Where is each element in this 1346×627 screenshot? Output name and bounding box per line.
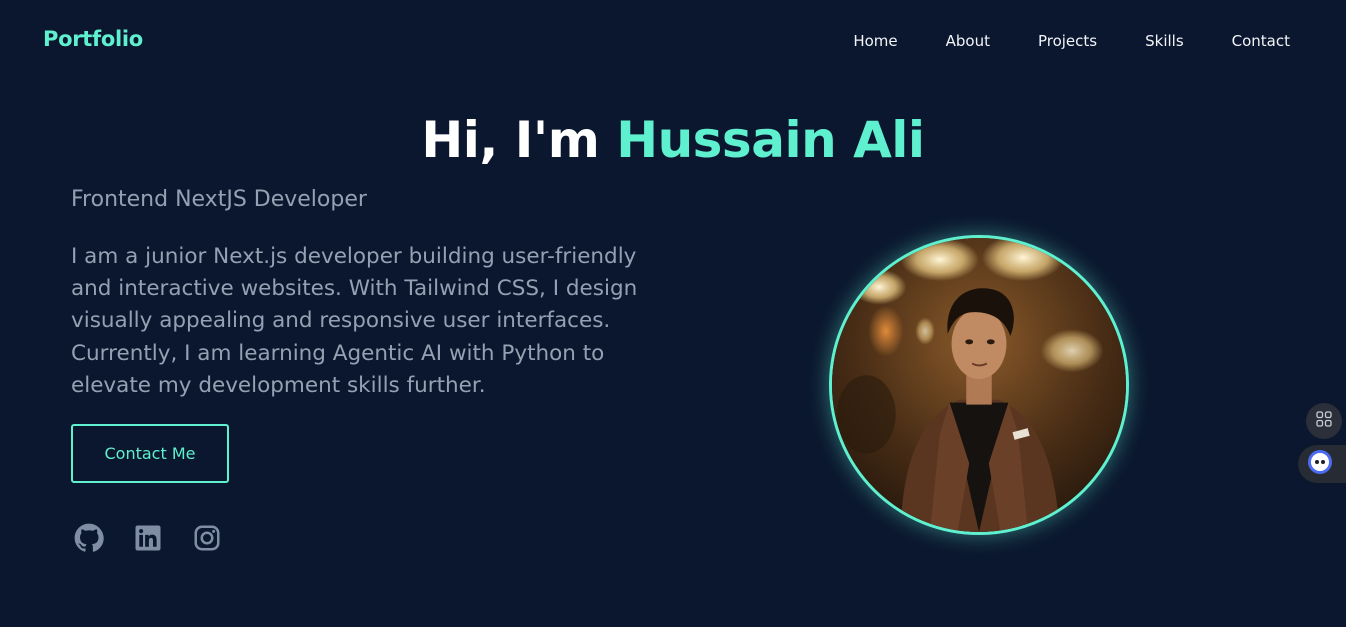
assistant-bot-icon — [1307, 449, 1333, 479]
nav-link-skills[interactable]: Skills — [1145, 32, 1184, 50]
main-nav: Home About Projects Skills Contact — [805, 32, 1290, 50]
hero-name: Hussain Ali — [616, 111, 925, 169]
github-icon — [74, 523, 104, 557]
nav-link-about[interactable]: About — [946, 32, 990, 50]
instagram-icon — [192, 523, 222, 557]
github-link[interactable] — [74, 523, 104, 557]
brand-logo[interactable]: Portfolio — [43, 27, 143, 51]
linkedin-icon — [133, 523, 163, 557]
hero-role: Frontend NextJS Developer — [71, 187, 367, 212]
hero-bio: I am a junior Next.js developer building… — [71, 244, 638, 398]
page: Portfolio Home About Projects Skills Con… — [0, 0, 1346, 627]
hero-greeting: Hi, I'm — [421, 111, 617, 169]
contact-me-button[interactable]: Contact Me — [71, 424, 229, 483]
linkedin-link[interactable] — [133, 524, 163, 556]
apps-grid-icon — [1316, 411, 1332, 431]
hero-title: Hi, I'm Hussain Ali — [0, 108, 1346, 172]
nav-link-home[interactable]: Home — [853, 32, 897, 50]
apps-grid-button[interactable] — [1306, 403, 1342, 439]
social-links — [74, 523, 251, 557]
assistant-bot-button[interactable] — [1298, 445, 1346, 483]
nav-link-projects[interactable]: Projects — [1038, 32, 1097, 50]
profile-photo — [829, 235, 1129, 535]
nav-link-contact[interactable]: Contact — [1232, 32, 1290, 50]
instagram-link[interactable] — [192, 524, 222, 556]
